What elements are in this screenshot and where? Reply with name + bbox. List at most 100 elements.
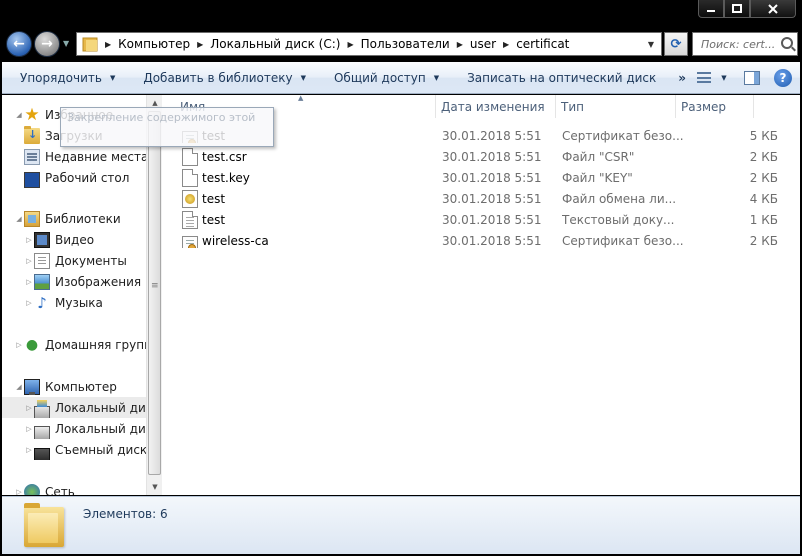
expand-triangle-icon[interactable]: ▷ [24,446,34,454]
address-history-dropdown[interactable]: ▼ [643,36,659,52]
folder-icon [81,36,101,52]
homegroup-icon: ● [25,336,39,353]
expand-triangle-icon[interactable]: ▷ [24,404,34,412]
add-to-library-button[interactable]: Добавить в библиотеку ▼ [125,71,316,85]
breadcrumb-users[interactable]: Пользователи [356,37,455,51]
share-button[interactable]: Общий доступ ▼ [316,71,449,85]
file-date: 30.01.2018 5:51 [442,191,542,206]
recent-pages-dropdown[interactable]: ▼ [63,39,69,48]
back-button[interactable]: ← [6,31,32,57]
file-size: 4 КБ [749,191,778,206]
nav-images-label: Изображения [55,274,142,289]
change-view-button[interactable]: ▼ [690,72,734,84]
navigation-pane: ◢ ★ Избранное Загрузки Недавние места Ра… [2,95,160,495]
nav-homegroup[interactable]: ▷ ● Домашняя группа [2,334,146,355]
search-input[interactable]: Поиск: cert... [692,32,798,56]
file-type: Сертификат безо... [562,128,684,143]
breadcrumb-separator-icon[interactable]: ▶ [501,40,511,49]
column-date[interactable]: Дата изменения [436,95,556,118]
close-button[interactable] [750,0,796,18]
column-size[interactable]: Размер [676,95,754,118]
breadcrumb-local-disk[interactable]: Локальный диск (C:) [205,37,345,51]
refresh-button[interactable]: ⟳ [664,32,688,56]
music-icon: ♪ [37,293,47,312]
nav-scrollbar[interactable]: ▲ ≡ ▼ [146,95,162,495]
expand-triangle-icon[interactable]: ▷ [24,236,34,244]
nav-desktop[interactable]: Рабочий стол [2,167,146,188]
window-controls [698,0,796,18]
file-name: test [202,191,226,206]
nav-local-disk[interactable]: ▷ Локальный диск [2,418,146,439]
nav-music[interactable]: ▷ ♪ Музыка [2,292,146,313]
desktop-icon [24,171,40,188]
command-bar: Упорядочить ▼ Добавить в библиотеку ▼ Об… [2,62,800,94]
collapse-triangle-icon[interactable]: ◢ [14,215,24,223]
expand-triangle-icon[interactable]: ▷ [24,425,34,433]
column-type[interactable]: Тип [556,95,676,118]
file-type: Файл "CSR" [562,149,635,164]
file-row[interactable]: test 30.01.2018 5:51 Файл обмена ли... 4… [174,188,778,209]
collapse-triangle-icon[interactable]: ◢ [14,383,24,391]
file-name: test.key [202,170,250,185]
nav-documents-label: Документы [55,253,127,268]
breadcrumb-user[interactable]: user [465,37,501,51]
file-row[interactable]: test.csr 30.01.2018 5:51 Файл "CSR" 2 КБ [174,146,778,167]
expand-triangle-icon[interactable]: ▷ [24,299,34,307]
file-name: test [202,212,226,227]
nav-recent-places[interactable]: Недавние места [2,146,146,167]
libraries-icon [24,210,40,227]
sort-ascending-icon: ▲ [298,94,304,102]
breadcrumb-separator-icon[interactable]: ▶ [103,40,113,49]
maximize-button[interactable] [724,0,750,18]
file-row[interactable]: test.key 30.01.2018 5:51 Файл "KEY" 2 КБ [174,167,778,188]
file-date: 30.01.2018 5:51 [442,149,542,164]
file-row[interactable]: test 30.01.2018 5:51 Текстовый доку... 1… [174,209,778,230]
nav-network[interactable]: ▷ Сеть [2,481,146,495]
nav-images[interactable]: ▷ Изображения [2,271,146,292]
breadcrumb-computer[interactable]: Компьютер [113,37,195,51]
expand-triangle-icon[interactable]: ▷ [14,341,24,349]
collapse-triangle-icon[interactable]: ◢ [14,111,24,119]
close-icon [768,3,778,14]
column-date-label: Дата изменения [441,99,545,114]
nav-removable-disk[interactable]: ▷ Съемный диск ( [2,439,146,460]
breadcrumb-separator-icon[interactable]: ▶ [195,40,205,49]
chevron-down-icon: ▼ [721,74,727,82]
chevron-down-icon: ▼ [647,39,655,49]
minimize-button[interactable] [698,0,724,18]
preview-pane-button[interactable] [744,71,760,85]
nav-libraries[interactable]: ◢ Библиотеки [2,208,146,229]
file-row[interactable]: wireless-ca 30.01.2018 5:51 Сертификат б… [174,230,778,251]
nav-computer[interactable]: ◢ Компьютер [2,376,146,397]
back-arrow-icon: ← [13,36,25,52]
expand-triangle-icon[interactable]: ▷ [14,488,24,496]
expand-triangle-icon[interactable]: ▷ [24,278,34,286]
organize-label: Упорядочить [20,70,102,85]
scroll-thumb[interactable] [148,111,161,475]
nav-documents[interactable]: ▷ Документы [2,250,146,271]
burn-button[interactable]: Записать на оптический диск [449,71,666,85]
breadcrumb-certificat[interactable]: certificat [511,37,574,51]
file-date: 30.01.2018 5:51 [442,212,542,227]
nav-local-disk-c[interactable]: ▷ Локальный диск [2,397,146,418]
address-row: ← → ▼ ▶ Компьютер ▶ Локальный диск (C:) … [0,28,802,60]
file-type: Текстовый доку... [562,212,675,227]
file-date: 30.01.2018 5:51 [442,128,542,143]
help-icon: ? [779,71,787,85]
images-icon [34,273,50,290]
nav-music-label: Музыка [55,295,103,310]
help-button[interactable]: ? [774,69,792,87]
forward-arrow-icon: → [41,36,53,52]
file-name: test.csr [202,149,247,164]
nav-desktop-label: Рабочий стол [45,170,130,185]
nav-videos[interactable]: ▷ Видео [2,229,146,250]
expand-triangle-icon[interactable]: ▷ [24,257,34,265]
breadcrumb-separator-icon[interactable]: ▶ [345,40,355,49]
breadcrumb-separator-icon[interactable]: ▶ [455,40,465,49]
scroll-down-icon[interactable]: ▼ [147,479,163,495]
file-name: wireless-ca [202,233,269,248]
forward-button[interactable]: → [34,31,60,57]
item-count: Элементов: 6 [83,507,168,521]
address-bar[interactable]: ▶ Компьютер ▶ Локальный диск (C:) ▶ Поль… [76,32,662,56]
organize-button[interactable]: Упорядочить ▼ [2,71,125,85]
